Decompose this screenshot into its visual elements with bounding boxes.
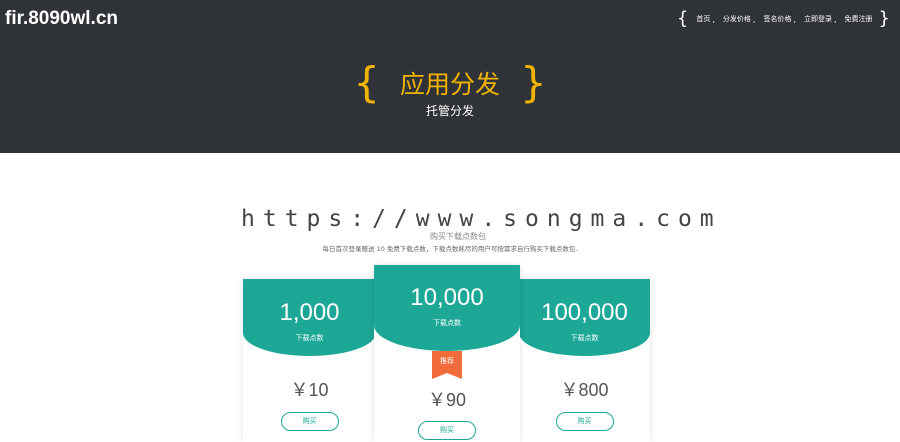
plan-price: ￥800 — [560, 380, 609, 400]
nav-separator: , — [712, 14, 715, 24]
buy-button[interactable]: 购买 — [555, 412, 614, 431]
hero-title-group: { 应用分发 } — [0, 62, 900, 104]
nav-distribution-pricing[interactable]: 分发价格 — [723, 14, 751, 24]
nav-brace-right: } — [878, 8, 890, 29]
recommended-ribbon-badge: 推荐 — [432, 351, 462, 381]
hero-brace-right: } — [520, 58, 547, 107]
buy-button[interactable]: 购买 — [418, 421, 476, 440]
plan-amount: 100,000 — [541, 299, 628, 326]
nav-brace-left: { — [676, 8, 689, 29]
plan-amount: 10,000 — [410, 284, 484, 311]
nav-home[interactable]: 首页 — [696, 14, 710, 24]
plan-price: ￥90 — [427, 390, 467, 410]
section-heading-partial: 购买下载点数包 — [430, 232, 486, 241]
plan-card-header: 100,000 下载点数 — [519, 279, 650, 356]
plan-unit: 下载点数 — [433, 319, 461, 327]
plan-unit: 下载点数 — [295, 334, 324, 342]
nav-separator: , — [793, 14, 796, 24]
watermark-text: https://www.songma.com — [241, 206, 722, 232]
buy-button[interactable]: 购买 — [280, 412, 339, 431]
top-nav: { 首页 , 分发价格 , 签名价格 , 立即登录 , 免费注册 } — [677, 10, 890, 28]
pricing-description: 每日首次登录赠送 10 免费下载点数，下载点数耗尽的用户可按需求自行购买下载点数… — [322, 245, 578, 253]
ribbon-label: 推荐 — [440, 357, 454, 365]
hero-brace-left: { — [353, 58, 380, 107]
plan-amount: 1,000 — [279, 299, 340, 326]
plan-price: ￥10 — [290, 380, 329, 400]
plan-card-10000: 10,000 下载点数 推荐 ￥90 购买 — [374, 265, 520, 442]
nav-separator: , — [834, 14, 837, 24]
plan-card-100000: 100,000 下载点数 ￥800 购买 — [519, 279, 650, 442]
site-title[interactable]: fir.8090wl.cn — [5, 8, 118, 30]
nav-login[interactable]: 立即登录 — [804, 14, 832, 24]
header-banner: fir.8090wl.cn { 首页 , 分发价格 , 签名价格 , 立即登录 … — [0, 0, 900, 153]
hero-subtitle: 托管分发 — [425, 104, 474, 118]
plan-unit: 下载点数 — [570, 334, 599, 342]
plan-card-header: 1,000 下载点数 — [243, 279, 376, 356]
plan-card-header: 10,000 下载点数 — [374, 265, 520, 351]
nav-separator: , — [752, 14, 756, 24]
nav-register[interactable]: 免费注册 — [845, 14, 873, 24]
hero-title: 应用分发 — [399, 70, 500, 99]
plan-card-1000: 1,000 下载点数 ￥10 购买 — [243, 279, 376, 442]
nav-signing-pricing[interactable]: 签名价格 — [763, 14, 791, 24]
